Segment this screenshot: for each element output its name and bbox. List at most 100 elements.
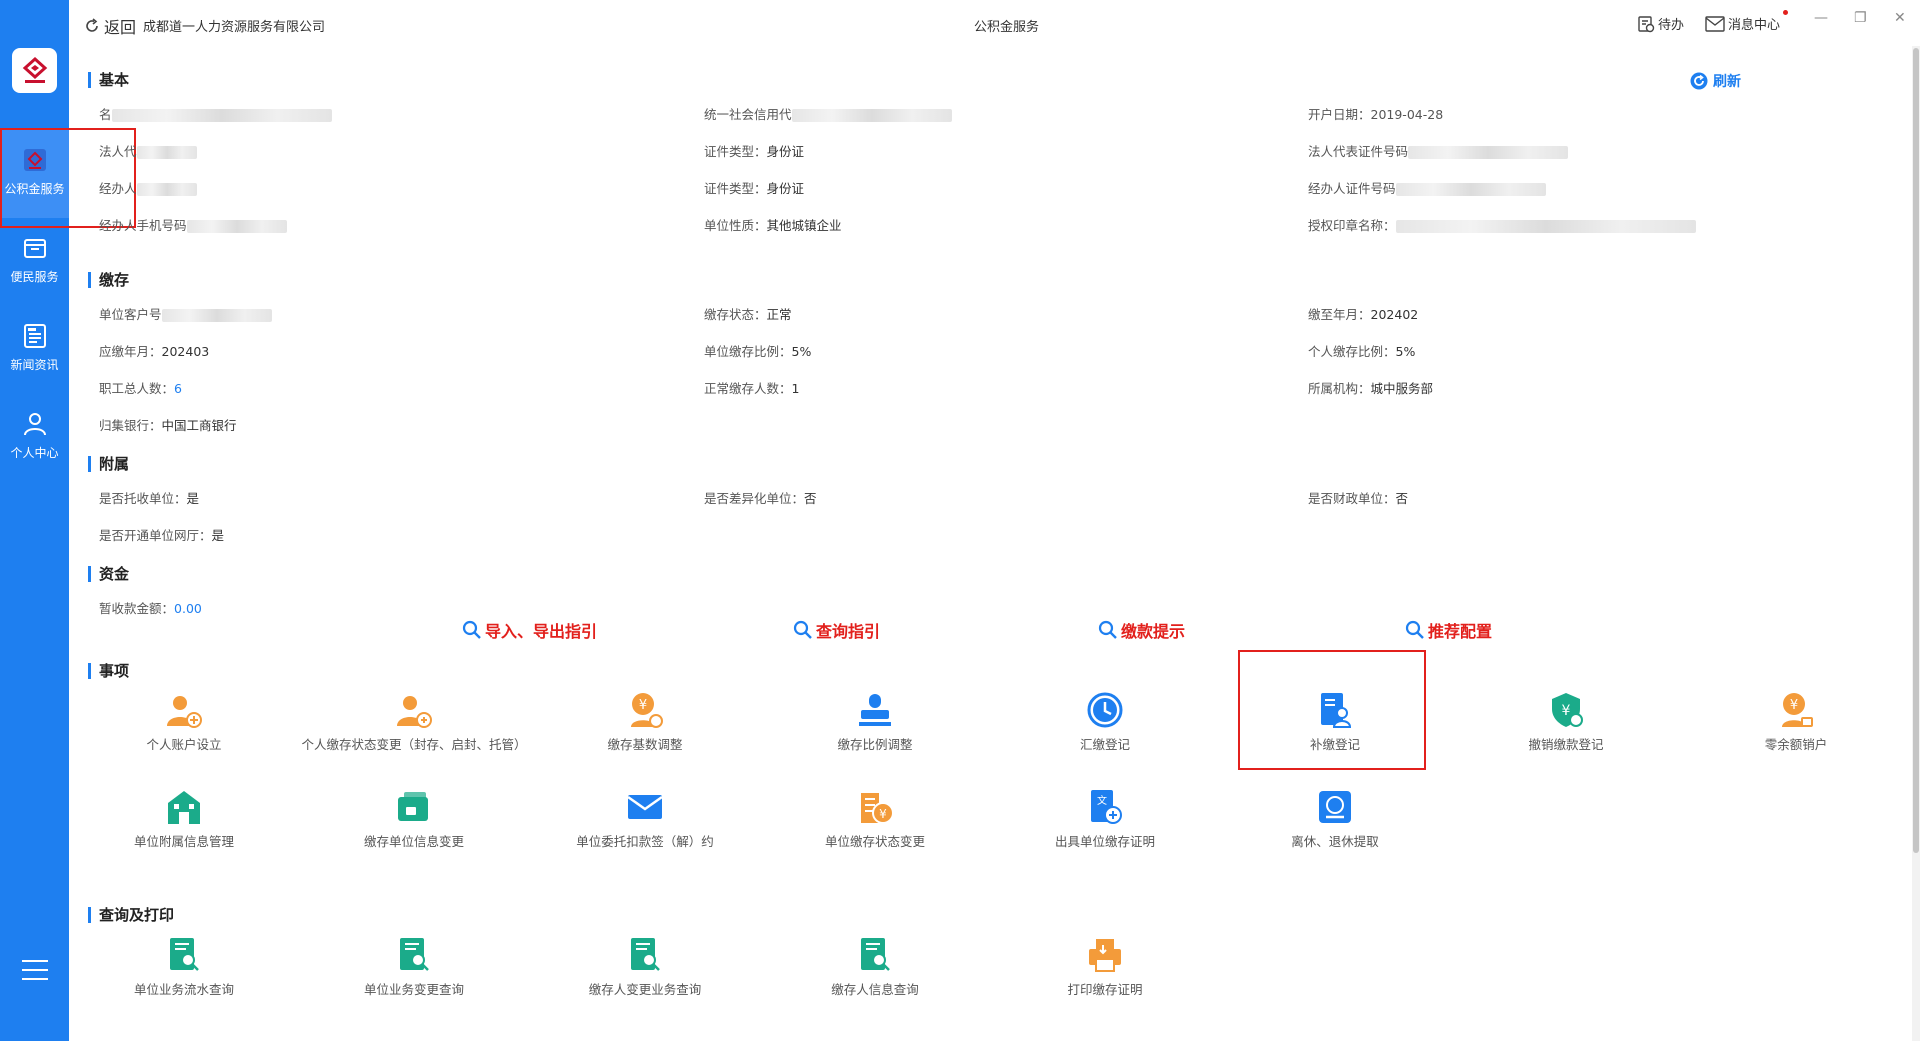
matter-item-matters-0[interactable]: 个人账户设立 — [69, 690, 299, 754]
back-label: 返回 — [104, 18, 137, 37]
magnifier-icon — [1405, 620, 1424, 639]
yuan-user-icon: ¥ — [631, 693, 663, 728]
matter-item-matters-7[interactable]: ¥ 零余额销户 — [1681, 690, 1911, 754]
back-button[interactable]: 返回 — [84, 14, 136, 38]
refresh-button[interactable]: 刷新 — [1690, 71, 1741, 91]
matter-item-queries-4[interactable]: 打印缴存证明 — [990, 935, 1220, 999]
matter-item-matters-6[interactable]: ¥ 撤销缴款登记 — [1451, 690, 1681, 754]
top-bar: 返回 成都道一人力资源服务有限公司 公积金服务 待办 消息中心 — ❐ ✕ — [69, 0, 1920, 46]
refresh-back-icon — [86, 18, 98, 32]
matter-item-label: 缴存人信息查询 — [831, 982, 919, 997]
add-user-icon — [167, 696, 202, 728]
field-entrusted: 是否托收单位：是 — [99, 491, 200, 506]
sidebar-item-label: 个人中心 — [10, 446, 59, 460]
guide-import-export[interactable]: 导入、导出指引 — [462, 618, 597, 642]
refresh-icon — [1690, 72, 1708, 90]
magnifier-icon — [793, 620, 812, 639]
matter-item-label: 零余额销户 — [1764, 737, 1828, 752]
svg-text:¥: ¥ — [1790, 698, 1798, 713]
matter-item-matters-1[interactable]: 个人缴存状态变更（封存、启封、托管） — [299, 690, 529, 754]
matter-item-queries-0[interactable]: 单位业务流水查询 — [69, 935, 299, 999]
matter-item-matters-10[interactable]: 单位委托扣款签（解）约 — [530, 787, 760, 851]
message-center-button[interactable]: 消息中心 — [1705, 14, 1780, 33]
guide-recommended-config[interactable]: 推荐配置 — [1405, 618, 1492, 642]
section-title-affiliate: 附属 — [88, 456, 129, 472]
matter-item-label: 汇缴登记 — [1079, 737, 1130, 752]
matter-item-label: 出具单位缴存证明 — [1054, 834, 1155, 849]
user-icon — [23, 413, 46, 436]
field-id-type-1: 证件类型：身份证 — [704, 144, 805, 159]
matter-item-matters-2[interactable]: ¥ 缴存基数调整 — [530, 690, 760, 754]
todo-button[interactable]: 待办 — [1637, 14, 1684, 33]
matter-item-label: 撤销缴款登记 — [1528, 737, 1604, 752]
news-icon — [23, 324, 46, 348]
field-due-month: 应缴年月：202403 — [99, 344, 210, 359]
matter-item-queries-2[interactable]: 缴存人变更业务查询 — [530, 935, 760, 999]
company-name: 成都道一人力资源服务有限公司 — [143, 20, 326, 35]
field-id-type-2: 证件类型：身份证 — [704, 181, 805, 196]
wallet-icon — [23, 239, 46, 258]
matter-item-matters-4[interactable]: 汇缴登记 — [990, 690, 1220, 754]
section-title-deposit: 缴存 — [88, 272, 129, 288]
guide-label: 查询指引 — [816, 622, 881, 641]
section-title-queries: 查询及打印 — [88, 907, 174, 923]
mail-icon — [1705, 15, 1725, 32]
close-icon[interactable]: ✕ — [1894, 10, 1906, 26]
field-online-hall: 是否开通单位网厅：是 — [99, 528, 225, 543]
guide-payment-tip[interactable]: 缴款提示 — [1098, 618, 1185, 642]
field-finance: 是否财政单位：否 — [1308, 491, 1409, 506]
field-legal-rep: 法人代 — [99, 141, 197, 160]
field-personal-ratio: 个人缴存比例：5% — [1308, 344, 1416, 359]
sidebar-item-news[interactable]: 新闻资讯 — [0, 322, 69, 402]
matter-item-label: 离休、退休提取 — [1291, 834, 1379, 849]
matter-item-matters-13[interactable]: 离休、退休提取 — [1220, 787, 1450, 851]
clock-icon — [1087, 692, 1123, 728]
refresh-label: 刷新 — [1713, 74, 1741, 90]
search-doc-icon — [861, 938, 890, 971]
scrollbar-thumb[interactable] — [1913, 48, 1919, 853]
matter-item-matters-11[interactable]: ¥ 单位缴存状态变更 — [760, 787, 990, 851]
field-normal-count: 正常缴存人数：1 — [704, 381, 800, 396]
matter-item-matters-3[interactable]: 缴存比例调整 — [760, 690, 990, 754]
field-unit-name: 名 — [99, 104, 332, 123]
field-organization: 所属机构：城中服务部 — [1308, 381, 1434, 396]
section-title-funds: 资金 — [88, 566, 129, 582]
housing-fund-logo-icon — [22, 56, 47, 83]
matter-item-queries-1[interactable]: 单位业务变更查询 — [299, 935, 529, 999]
search-doc-icon — [400, 938, 429, 971]
field-bank: 归集银行：中国工商银行 — [99, 418, 237, 433]
search-doc-icon — [170, 938, 199, 971]
svg-text:¥: ¥ — [1562, 703, 1571, 719]
todo-icon — [1638, 15, 1655, 32]
sidebar-item-convenience[interactable]: 便民服务 — [0, 234, 69, 314]
page-title: 公积金服务 — [974, 20, 1040, 35]
restore-icon[interactable]: ❐ — [1854, 10, 1867, 26]
guide-label: 推荐配置 — [1428, 622, 1493, 641]
matter-item-matters-8[interactable]: 单位附属信息管理 — [69, 787, 299, 851]
field-temp-amount: 暂收款金额：0.00 — [99, 601, 202, 616]
guide-query[interactable]: 查询指引 — [793, 618, 880, 642]
withdraw-icon — [1319, 791, 1351, 823]
matter-item-queries-3[interactable]: 缴存人信息查询 — [760, 935, 990, 999]
wallet-lock-icon — [398, 792, 428, 821]
sidebar-item-personal[interactable]: 个人中心 — [0, 410, 69, 490]
field-deposit-status: 缴存状态：正常 — [704, 307, 792, 322]
printer-icon — [1089, 939, 1121, 972]
field-handler-id: 经办人证件号码 — [1308, 178, 1546, 197]
field-seal-name: 授权印章名称： — [1308, 215, 1696, 234]
field-customer-no: 单位客户号 — [99, 304, 272, 323]
hamburger-icon[interactable] — [22, 960, 48, 987]
matter-item-label: 单位附属信息管理 — [133, 834, 234, 849]
shield-yuan-icon: ¥ — [1552, 693, 1583, 727]
matter-item-label: 个人缴存状态变更（封存、启封、托管） — [301, 737, 527, 752]
search-doc-icon — [631, 938, 660, 971]
building-yuan-icon: ¥ — [861, 793, 894, 824]
minimize-icon[interactable]: — — [1814, 10, 1828, 26]
matter-item-label: 缴存基数调整 — [607, 737, 683, 752]
matter-item-label: 缴存人变更业务查询 — [588, 982, 702, 997]
matter-item-matters-9[interactable]: 缴存单位信息变更 — [299, 787, 529, 851]
field-paid-to: 缴至年月：202402 — [1308, 307, 1419, 322]
section-title-matters: 事项 — [88, 663, 129, 679]
matter-item-matters-12[interactable]: 文出具单位缴存证明 — [990, 787, 1220, 851]
app-logo — [12, 48, 57, 93]
